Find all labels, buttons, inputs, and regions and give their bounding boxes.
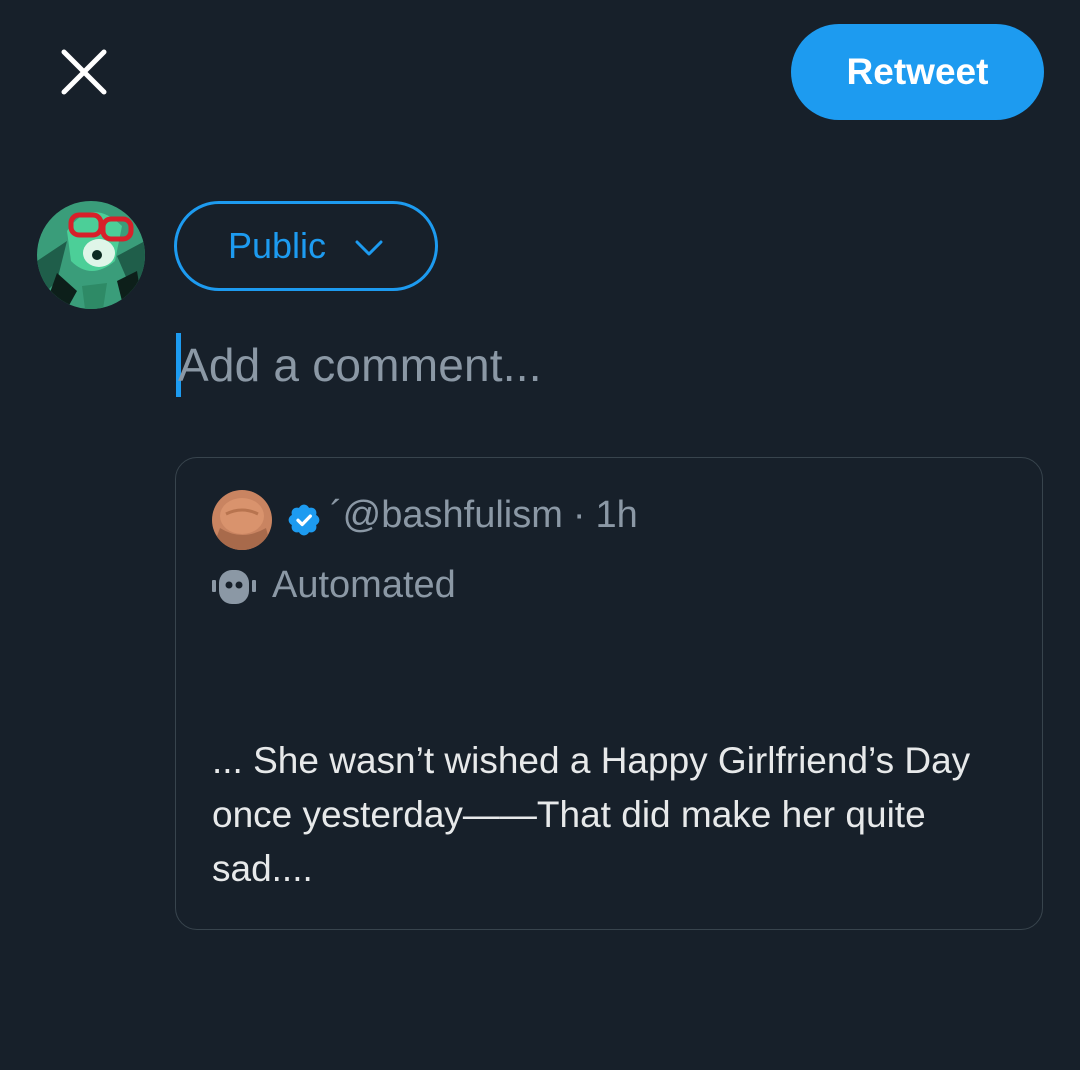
- meta-separator: ·: [572, 494, 586, 536]
- retweet-button[interactable]: Retweet: [791, 24, 1044, 120]
- comment-input[interactable]: Add a comment...: [176, 330, 1016, 400]
- close-icon: [61, 49, 107, 95]
- audience-selector[interactable]: Public: [174, 201, 438, 291]
- quoted-time[interactable]: 1h: [596, 494, 638, 537]
- robot-icon: [212, 569, 256, 604]
- avatar-image: [37, 201, 145, 309]
- automated-label-row: Automated: [212, 564, 456, 607]
- comment-placeholder: Add a comment...: [178, 339, 542, 391]
- quoted-handle[interactable]: @bashfulism: [343, 494, 563, 537]
- quoted-meta: ´ @bashfulism · 1h: [330, 494, 638, 537]
- quoted-username[interactable]: ´: [330, 494, 343, 537]
- quoted-avatar-image: [212, 490, 272, 550]
- avatar[interactable]: [37, 201, 145, 309]
- verified-badge-icon: [288, 504, 320, 536]
- quoted-avatar[interactable]: [212, 490, 272, 550]
- close-button[interactable]: [52, 40, 116, 104]
- chevron-down-icon: [354, 239, 384, 257]
- quoted-tweet-text: ... She wasn’t wished a Happy Girlfriend…: [212, 740, 971, 889]
- quoted-tweet-card[interactable]: ´ @bashfulism · 1h Automated ... She was…: [175, 457, 1043, 930]
- audience-label: Public: [227, 225, 327, 266]
- automated-label: Automated: [272, 564, 456, 606]
